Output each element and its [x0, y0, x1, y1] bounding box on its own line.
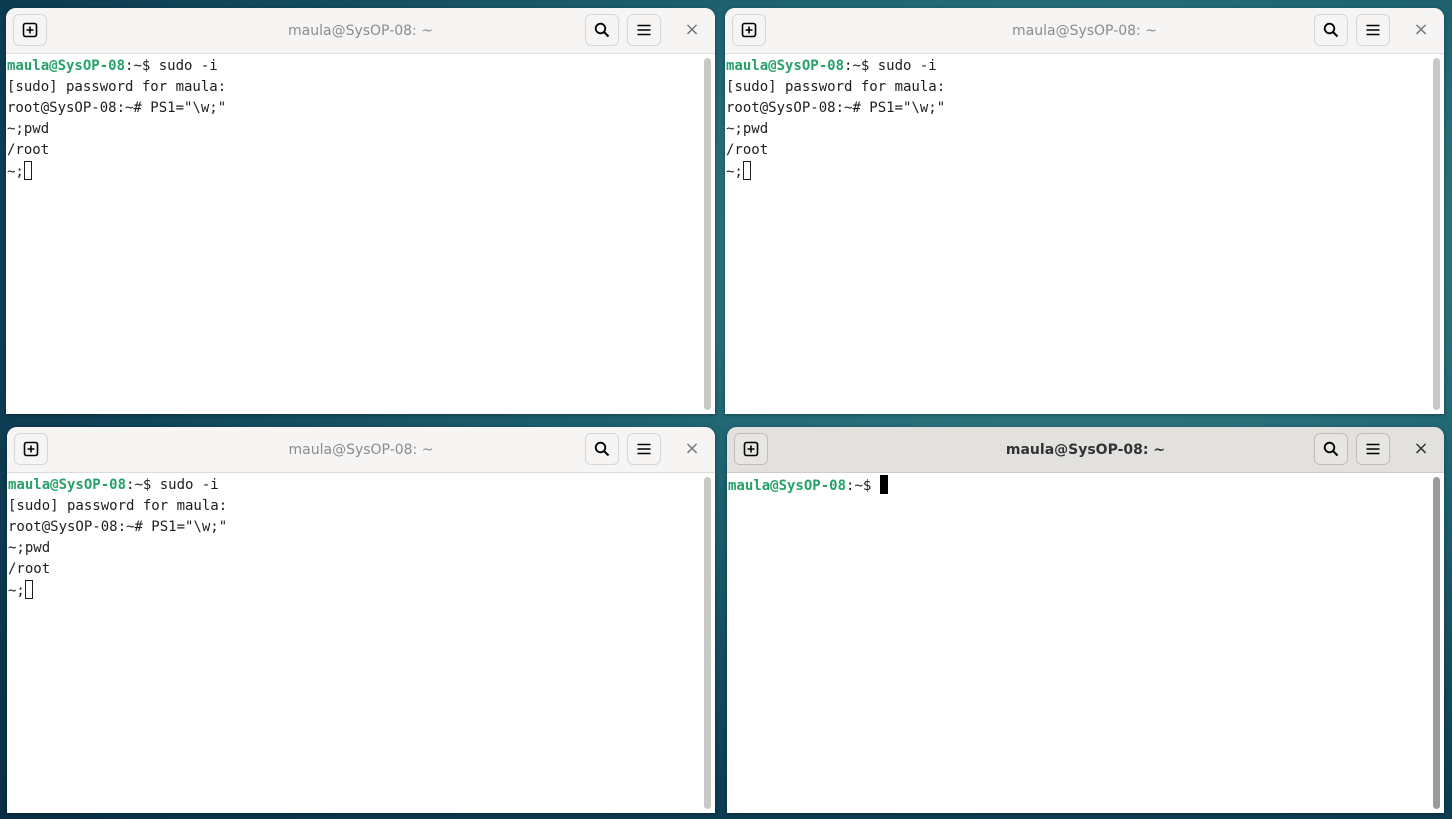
- terminal-text: /root: [8, 561, 51, 577]
- terminal-text: [sudo] password for maula:: [8, 498, 228, 514]
- terminal-line: /root: [7, 140, 701, 161]
- terminal-line: /root: [726, 140, 1430, 161]
- hamburger-menu-icon: [1366, 24, 1380, 36]
- search-button[interactable]: [1314, 433, 1348, 465]
- terminal-cursor: [742, 161, 751, 180]
- terminal-line: maula@SysOP-08:~$ sudo -i: [7, 56, 701, 77]
- terminal-text: ~;: [726, 164, 743, 180]
- scrollbar[interactable]: [1432, 477, 1441, 809]
- close-icon: ×: [1413, 19, 1429, 40]
- terminal-text: :~$ sudo -i: [126, 477, 219, 493]
- header-bar: maula@SysOP-08: ~ ×: [7, 427, 715, 473]
- terminal-window-bottom-left[interactable]: maula@SysOP-08: ~ × maula@SysOP-08:~$ su…: [7, 427, 715, 813]
- close-icon: ×: [684, 19, 700, 40]
- terminal-text: ~;pwd: [8, 540, 51, 556]
- menu-button[interactable]: [1356, 433, 1390, 465]
- terminal-text: :~$ sudo -i: [844, 58, 937, 74]
- terminal-output[interactable]: maula@SysOP-08:~$ sudo -i [sudo] password…: [8, 475, 701, 813]
- terminal-output[interactable]: maula@SysOP-08:~$ sudo -i [sudo] password…: [726, 56, 1430, 414]
- terminal-line: ~;pwd: [726, 119, 1430, 140]
- search-button[interactable]: [1314, 14, 1348, 46]
- prompt-user-host: maula@SysOP-08: [728, 478, 847, 494]
- scrollbar[interactable]: [703, 477, 712, 809]
- header-bar: maula@SysOP-08: ~ ×: [727, 427, 1444, 473]
- terminal-text: ~;pwd: [726, 121, 769, 137]
- terminal-output[interactable]: maula@SysOP-08:~$ sudo -i [sudo] password…: [7, 56, 701, 414]
- menu-button[interactable]: [627, 14, 661, 46]
- terminal-cursor: [24, 580, 33, 599]
- scrollbar-thumb[interactable]: [1433, 477, 1440, 809]
- hamburger-menu-icon: [1366, 443, 1380, 455]
- close-button[interactable]: ×: [675, 433, 709, 465]
- terminal-line: root@SysOP-08:~# PS1="\w;": [726, 98, 1430, 119]
- search-button[interactable]: [585, 433, 619, 465]
- terminal-text: :~$ sudo -i: [125, 58, 218, 74]
- close-icon: ×: [684, 438, 700, 459]
- scrollbar[interactable]: [703, 58, 712, 410]
- terminal-cursor: [879, 475, 888, 494]
- close-button[interactable]: ×: [1404, 14, 1438, 46]
- terminal-text: /root: [7, 142, 50, 158]
- close-button[interactable]: ×: [1404, 433, 1438, 465]
- terminal-text: /root: [726, 142, 769, 158]
- search-icon: [594, 441, 610, 457]
- scrollbar-thumb[interactable]: [704, 58, 711, 410]
- search-icon: [1323, 441, 1339, 457]
- scrollbar-thumb[interactable]: [1433, 58, 1440, 410]
- terminal-line: maula@SysOP-08:~$ sudo -i: [726, 56, 1430, 77]
- terminal-cursor: [23, 161, 32, 180]
- prompt-user-host: maula@SysOP-08: [8, 477, 127, 493]
- hamburger-menu-icon: [637, 24, 651, 36]
- scrollbar-thumb[interactable]: [704, 477, 711, 809]
- terminal-text: [sudo] password for maula:: [7, 79, 227, 95]
- terminal-line: root@SysOP-08:~# PS1="\w;": [8, 517, 701, 538]
- terminal-line: [sudo] password for maula:: [7, 77, 701, 98]
- close-icon: ×: [1413, 438, 1429, 459]
- search-icon: [1323, 22, 1339, 38]
- terminal-output[interactable]: maula@SysOP-08:~$: [728, 475, 1430, 813]
- terminal-line: /root: [8, 559, 701, 580]
- terminal-line: ~;: [8, 580, 701, 601]
- terminal-line: ~;pwd: [8, 538, 701, 559]
- terminal-text: ~;: [8, 583, 25, 599]
- terminal-line: root@SysOP-08:~# PS1="\w;": [7, 98, 701, 119]
- terminal-text: root@SysOP-08:~# PS1="\w;": [726, 100, 946, 116]
- terminal-text: :~$: [846, 478, 880, 494]
- terminal-line: maula@SysOP-08:~$ sudo -i: [8, 475, 701, 496]
- search-button[interactable]: [585, 14, 619, 46]
- scrollbar[interactable]: [1432, 58, 1441, 410]
- terminal-text: ~;: [7, 164, 24, 180]
- terminal-line: ~;pwd: [7, 119, 701, 140]
- terminal-line: [sudo] password for maula:: [726, 77, 1430, 98]
- terminal-line: ~;: [7, 161, 701, 182]
- prompt-user-host: maula@SysOP-08: [7, 58, 126, 74]
- terminal-window-bottom-right[interactable]: maula@SysOP-08: ~ × maula@SysOP-08:~$: [727, 427, 1444, 813]
- terminal-window-top-right[interactable]: maula@SysOP-08: ~ × maula@SysOP-08:~$ su…: [725, 8, 1444, 414]
- terminal-line: ~;: [726, 161, 1430, 182]
- terminal-text: root@SysOP-08:~# PS1="\w;": [7, 100, 227, 116]
- terminal-line: maula@SysOP-08:~$: [728, 475, 1430, 496]
- hamburger-menu-icon: [637, 443, 651, 455]
- menu-button[interactable]: [627, 433, 661, 465]
- terminal-window-top-left[interactable]: maula@SysOP-08: ~ × maula@SysOP-08:~$ su…: [6, 8, 715, 414]
- terminal-text: root@SysOP-08:~# PS1="\w;": [8, 519, 228, 535]
- prompt-user-host: maula@SysOP-08: [726, 58, 845, 74]
- terminal-text: [sudo] password for maula:: [726, 79, 946, 95]
- header-bar: maula@SysOP-08: ~ ×: [6, 8, 715, 54]
- close-button[interactable]: ×: [675, 14, 709, 46]
- search-icon: [594, 22, 610, 38]
- terminal-line: [sudo] password for maula:: [8, 496, 701, 517]
- terminal-text: ~;pwd: [7, 121, 50, 137]
- menu-button[interactable]: [1356, 14, 1390, 46]
- header-bar: maula@SysOP-08: ~ ×: [725, 8, 1444, 54]
